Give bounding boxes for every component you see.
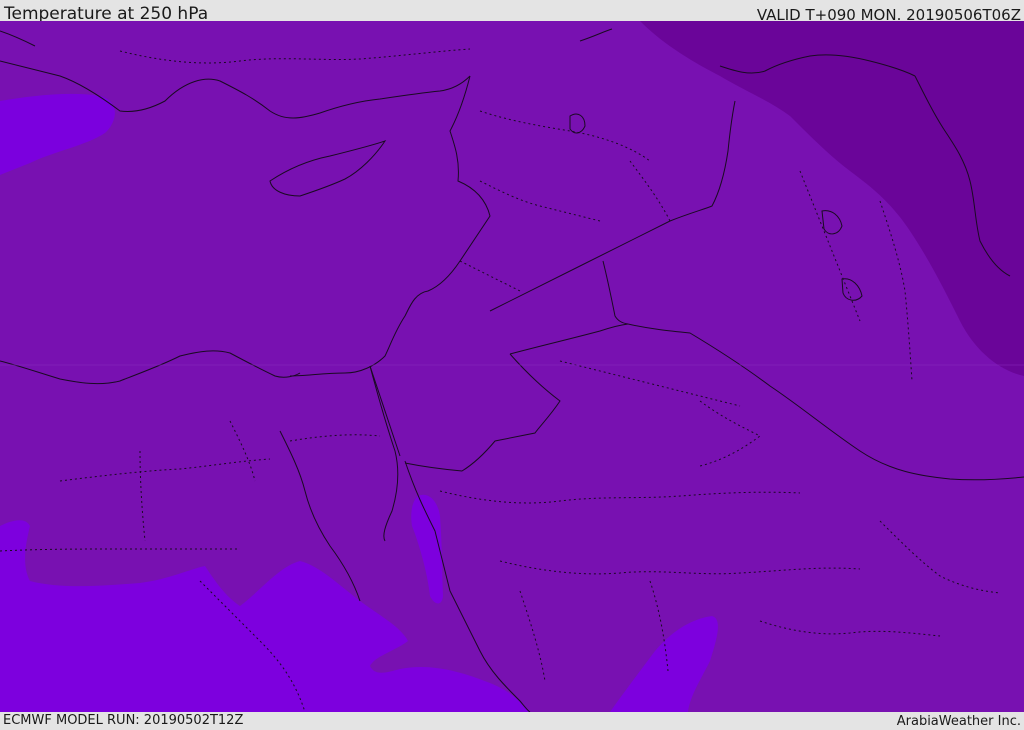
- credit-label: ArabiaWeather Inc.: [896, 714, 1021, 729]
- model-run-label: ECMWF MODEL RUN: 20190502T12Z: [3, 713, 244, 728]
- map-canvas: [0, 21, 1024, 712]
- header-bar: Temperature at 250 hPa VALID T+090 MON. …: [0, 0, 1024, 24]
- footer-bar: ECMWF MODEL RUN: 20190502T12Z ArabiaWeat…: [0, 712, 1024, 729]
- weather-map[interactable]: [0, 21, 1024, 712]
